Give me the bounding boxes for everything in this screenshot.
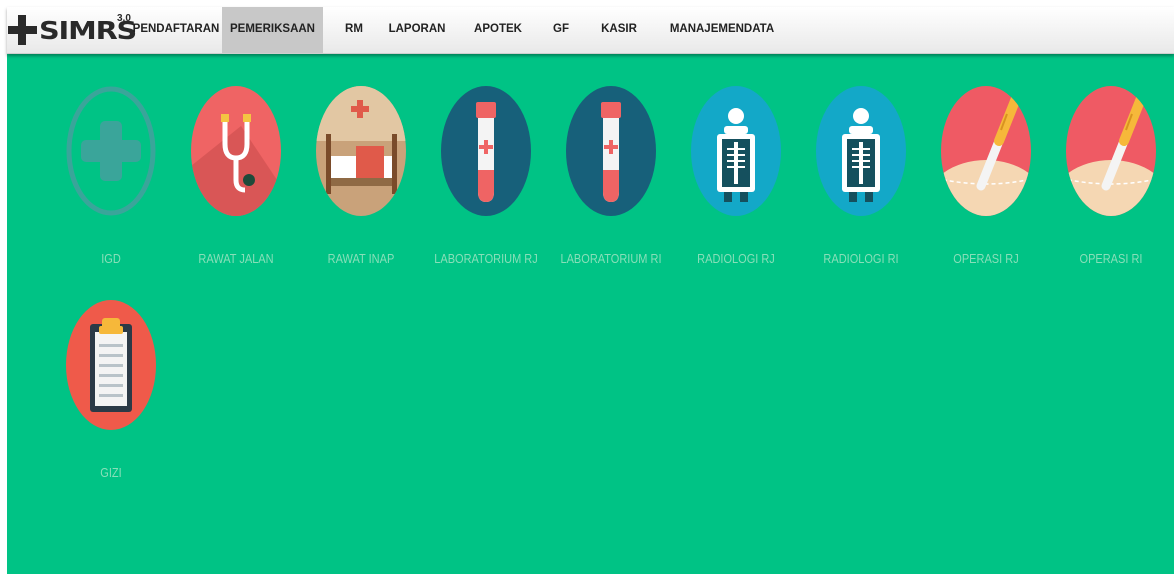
module-label: OPERASI RJ bbox=[953, 252, 1019, 266]
menu-apotek[interactable]: APOTEK bbox=[473, 7, 523, 53]
logo-cross-icon bbox=[7, 7, 37, 53]
module-label: IGD bbox=[101, 252, 121, 266]
module-label: RADIOLOGI RI bbox=[823, 252, 899, 266]
module-label: OPERASI RI bbox=[1079, 252, 1143, 266]
menu-kasir[interactable]: KASIR bbox=[599, 7, 639, 53]
brand-version: 3.0 bbox=[117, 13, 131, 24]
menu-pemeriksaan[interactable]: PEMERIKSAAN bbox=[222, 7, 323, 53]
module-label: LABORATORIUM RI bbox=[560, 252, 662, 266]
menu-gf[interactable]: GF bbox=[550, 7, 572, 53]
module-label: LABORATORIUM RJ bbox=[434, 252, 538, 266]
module-label: RADIOLOGI RJ bbox=[697, 252, 775, 266]
stethoscope-icon bbox=[191, 86, 281, 216]
xray-icon bbox=[816, 86, 906, 216]
medical-cross-icon bbox=[66, 86, 156, 216]
clipboard-icon bbox=[66, 300, 156, 430]
module-label: RAWAT INAP bbox=[327, 252, 395, 266]
module-label: GIZI bbox=[100, 466, 122, 480]
xray-icon bbox=[691, 86, 781, 216]
menu-laporan[interactable]: LAPORAN bbox=[387, 7, 447, 53]
scalpel-icon bbox=[941, 86, 1031, 216]
menu-rm[interactable]: RM bbox=[339, 7, 369, 53]
menu-manajemendata[interactable]: MANAJEMENDATA bbox=[667, 7, 777, 53]
menu-pendaftaran[interactable]: PENDAFTARAN bbox=[132, 7, 220, 53]
app-logo[interactable]: SIMRS bbox=[7, 7, 137, 53]
test-tube-icon bbox=[566, 86, 656, 216]
module-label: RAWAT JALAN bbox=[198, 252, 274, 266]
test-tube-icon bbox=[441, 86, 531, 216]
scalpel-icon bbox=[1066, 86, 1156, 216]
top-navbar: SIMRS 3.0 PENDAFTARAN PEMERIKSAAN RM LAP… bbox=[7, 7, 1174, 54]
hospital-bed-icon bbox=[316, 86, 406, 216]
